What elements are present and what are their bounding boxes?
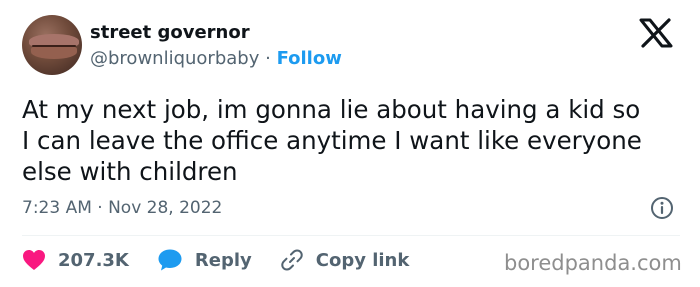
tweet-timestamp[interactable]: 7:23 AM · Nov 28, 2022 bbox=[22, 198, 222, 218]
link-icon bbox=[281, 249, 303, 271]
divider bbox=[22, 235, 680, 236]
watermark: boredpanda.com bbox=[504, 251, 682, 275]
avatar[interactable] bbox=[22, 15, 82, 75]
avatar-lips-line bbox=[32, 45, 76, 47]
info-icon[interactable] bbox=[650, 196, 674, 220]
tweet-card: street governor @brownliquorbaby · Follo… bbox=[0, 0, 700, 287]
like-button[interactable]: 207.3K bbox=[22, 249, 129, 271]
heart-icon bbox=[23, 250, 45, 270]
like-count: 207.3K bbox=[58, 249, 129, 271]
x-logo-icon[interactable] bbox=[638, 18, 674, 48]
author-display-name[interactable]: street governor bbox=[90, 22, 250, 43]
action-bar: 207.3K Reply Copy link bbox=[22, 246, 437, 274]
reply-button[interactable]: Reply bbox=[157, 248, 252, 272]
speech-bubble-icon bbox=[158, 249, 182, 271]
follow-button[interactable]: Follow bbox=[277, 48, 342, 69]
copy-link-button[interactable]: Copy link bbox=[280, 248, 410, 272]
author-handle-line: @brownliquorbaby · Follow bbox=[90, 48, 342, 69]
tweet-text: At my next job, im gonna lie about havin… bbox=[22, 95, 642, 186]
handle-separator: · bbox=[265, 48, 271, 69]
copy-link-label: Copy link bbox=[315, 249, 410, 271]
reply-label: Reply bbox=[194, 249, 252, 271]
author-handle[interactable]: @brownliquorbaby bbox=[90, 48, 259, 69]
avatar-lips-bottom bbox=[31, 45, 77, 59]
